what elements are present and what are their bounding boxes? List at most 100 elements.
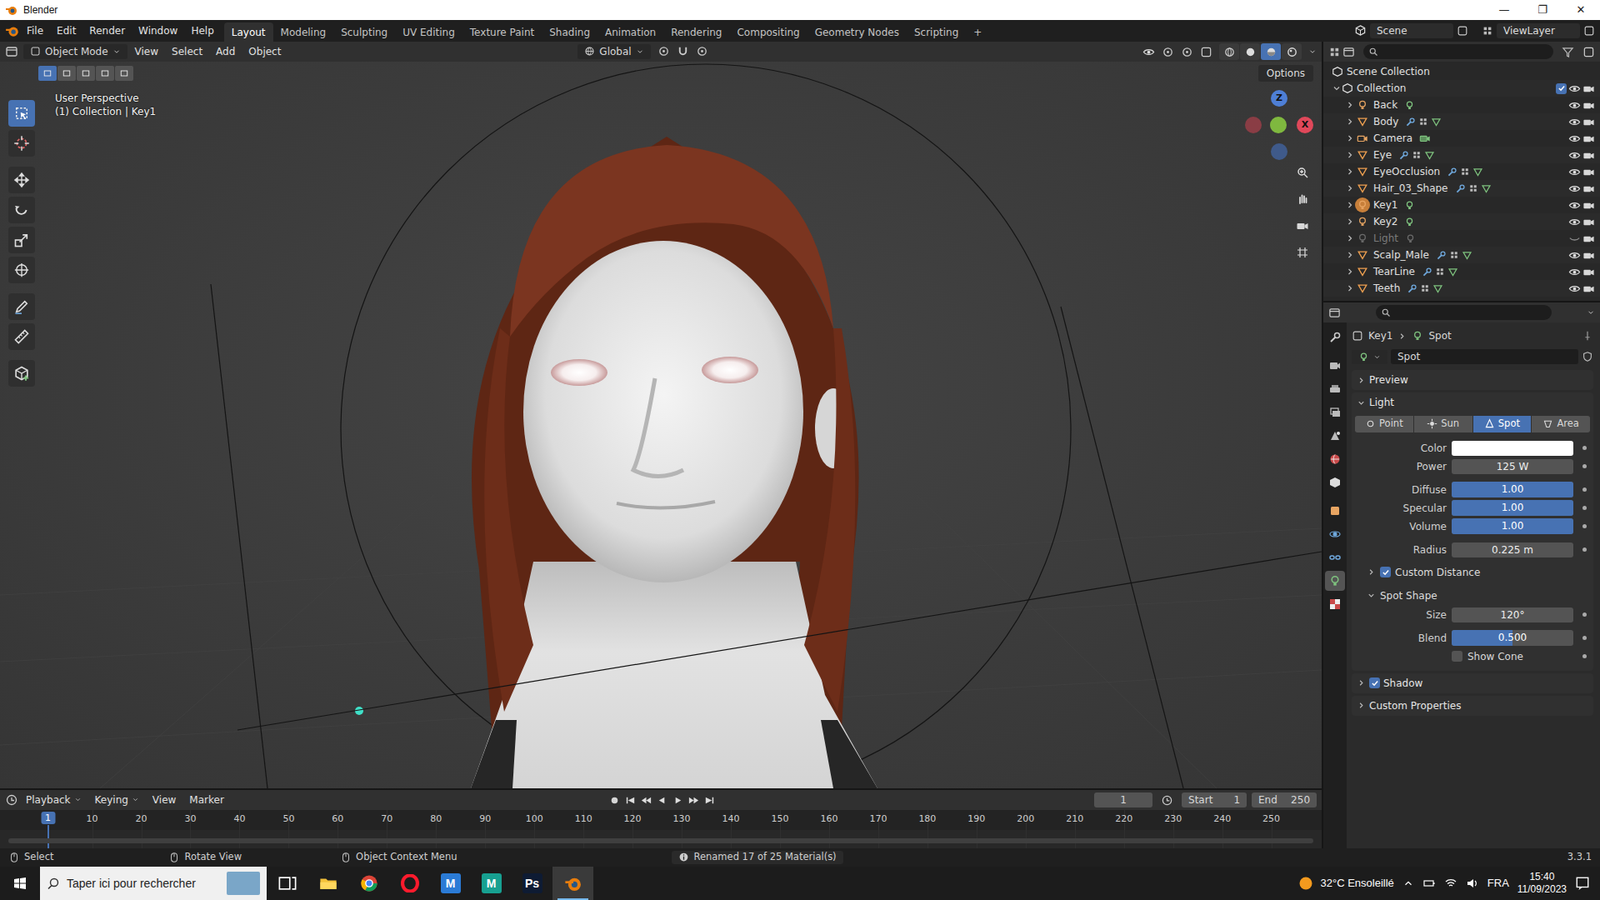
keyframe-dot[interactable]: [1582, 635, 1587, 640]
exclude-checkbox[interactable]: [1555, 83, 1567, 95]
eye-icon[interactable]: [1568, 215, 1581, 229]
viewport-canvas[interactable]: User Perspective(1) Collection | Key1Opt…: [0, 61, 1322, 789]
viewport-menu[interactable]: Add: [210, 43, 241, 60]
eye-icon[interactable]: [1568, 115, 1581, 129]
outliner-search[interactable]: [1363, 44, 1554, 60]
eye-icon[interactable]: [1568, 165, 1581, 179]
select-mode-button[interactable]: [38, 65, 57, 81]
panel-checkbox[interactable]: [1369, 677, 1380, 689]
measure-tool-button[interactable]: [8, 323, 35, 350]
options-button[interactable]: Options: [1258, 65, 1314, 82]
workspace-tab[interactable]: Compositing: [729, 22, 807, 42]
keyframe-dot[interactable]: [1582, 445, 1587, 450]
light-type-button[interactable]: Point: [1355, 415, 1414, 433]
panel-header[interactable]: Light: [1351, 392, 1594, 413]
number-field[interactable]: 125 W: [1451, 459, 1574, 475]
letter-app-button[interactable]: M: [470, 866, 512, 900]
show-cone-checkbox[interactable]: [1451, 650, 1463, 662]
shading-material-button[interactable]: [1260, 43, 1281, 60]
panel-header[interactable]: Shadow: [1351, 673, 1594, 694]
outliner-row[interactable]: Key2: [1323, 213, 1600, 230]
add-workspace-button[interactable]: +: [965, 22, 990, 42]
slider-track[interactable]: 1.00: [1451, 500, 1574, 516]
workspace-tab[interactable]: Shading: [541, 22, 598, 42]
ortho-toggle-button[interactable]: [1291, 241, 1314, 264]
blender-app-button[interactable]: [552, 866, 594, 900]
outliner-row[interactable]: Body: [1323, 113, 1600, 130]
workspace-tab[interactable]: Scripting: [906, 22, 966, 42]
move-tool-button[interactable]: [8, 166, 35, 194]
eye-icon[interactable]: [1568, 182, 1581, 195]
outliner-row[interactable]: Camera: [1323, 130, 1600, 147]
timeline-menu[interactable]: Keying: [89, 791, 145, 809]
subpanel-header[interactable]: Spot Shape: [1355, 585, 1590, 606]
select-tool-button[interactable]: [8, 100, 35, 127]
panel-header[interactable]: Custom Properties: [1351, 695, 1594, 716]
prev-keyframe-button[interactable]: [640, 794, 653, 807]
play-button[interactable]: [671, 794, 685, 807]
light-type-button[interactable]: Spot: [1473, 415, 1532, 433]
eye-icon[interactable]: [1568, 249, 1581, 262]
menu-item[interactable]: File: [20, 22, 50, 40]
panel-header[interactable]: Preview: [1351, 370, 1594, 390]
breadcrumb-item[interactable]: Spot: [1428, 330, 1451, 342]
jump-end-button[interactable]: [703, 794, 716, 807]
render-tab[interactable]: [1325, 355, 1345, 376]
data-tab[interactable]: [1325, 570, 1345, 591]
viewport-menu[interactable]: Select: [165, 43, 209, 60]
frame-ruler[interactable]: 1020304050607080901001101201301401501601…: [0, 810, 1322, 830]
checkbox-field[interactable]: Show Cone: [1451, 650, 1574, 663]
keyframe-dot[interactable]: [1582, 487, 1587, 492]
add-cube-tool-button[interactable]: [8, 360, 35, 387]
eye-icon[interactable]: [1568, 99, 1581, 112]
view-layer-field[interactable]: ViewLayer: [1496, 23, 1580, 39]
timeline-scrollbar[interactable]: [8, 838, 1314, 844]
z-axis[interactable]: Z: [1270, 90, 1288, 107]
outliner-row[interactable]: EyeOcclusion: [1323, 163, 1600, 180]
playhead[interactable]: 1: [40, 811, 55, 825]
select-mode-button[interactable]: [76, 65, 95, 81]
outliner-row[interactable]: Eye: [1323, 146, 1600, 164]
light-type-button[interactable]: Area: [1531, 415, 1590, 433]
letter-app-button[interactable]: Ps: [511, 866, 553, 900]
task-view-app-button[interactable]: [266, 866, 308, 900]
neg-x-axis[interactable]: [1245, 116, 1262, 134]
constraints-tab[interactable]: [1325, 547, 1345, 568]
chrome-app-button[interactable]: [348, 866, 390, 900]
slider-track[interactable]: 1.00: [1451, 518, 1574, 535]
select-mode-button[interactable]: [115, 65, 134, 81]
zoom-button[interactable]: [1291, 161, 1314, 184]
tool-tab[interactable]: [1325, 327, 1345, 348]
keyframe-dot[interactable]: [1582, 505, 1587, 510]
workspace-tab[interactable]: Animation: [597, 22, 664, 42]
datablock-name-field[interactable]: Spot: [1390, 349, 1579, 365]
viewport-menu[interactable]: Object: [242, 43, 287, 60]
clock[interactable]: 15:4011/09/2023: [1517, 870, 1567, 896]
menu-item[interactable]: Help: [184, 22, 220, 40]
scale-tool-button[interactable]: [8, 226, 35, 254]
select-mode-button[interactable]: [57, 65, 76, 81]
workspace-tab[interactable]: Geometry Nodes: [807, 22, 907, 42]
outliner-row[interactable]: Scene Collection: [1323, 63, 1600, 80]
eye-icon[interactable]: [1568, 132, 1581, 145]
taskbar-search[interactable]: Taper ici pour rechercher: [40, 866, 267, 900]
texture-tab[interactable]: [1325, 594, 1345, 615]
menu-item[interactable]: Render: [82, 22, 132, 40]
timeline-menu[interactable]: Playback: [20, 791, 88, 809]
view-layer-selector[interactable]: ViewLayer: [1481, 23, 1595, 39]
collection-tab[interactable]: [1325, 472, 1345, 493]
annotate-tool-button[interactable]: [8, 293, 35, 320]
workspace-tab[interactable]: UV Editing: [395, 22, 463, 42]
outliner-row[interactable]: Light: [1323, 230, 1600, 247]
slider-track[interactable]: 0.500: [1451, 630, 1574, 646]
workspace-tab[interactable]: Modeling: [273, 22, 335, 42]
play-reverse-button[interactable]: [655, 794, 669, 807]
subpanel-header[interactable]: Custom Distance: [1355, 562, 1590, 583]
world-tab[interactable]: [1325, 449, 1345, 470]
transform-tool-button[interactable]: [8, 256, 35, 284]
outliner-row[interactable]: Teeth: [1323, 280, 1600, 297]
jump-start-button[interactable]: [624, 794, 637, 807]
color-swatch[interactable]: [1451, 440, 1574, 456]
outliner-row[interactable]: Collection: [1323, 80, 1600, 97]
opera-app-button[interactable]: [389, 866, 430, 900]
